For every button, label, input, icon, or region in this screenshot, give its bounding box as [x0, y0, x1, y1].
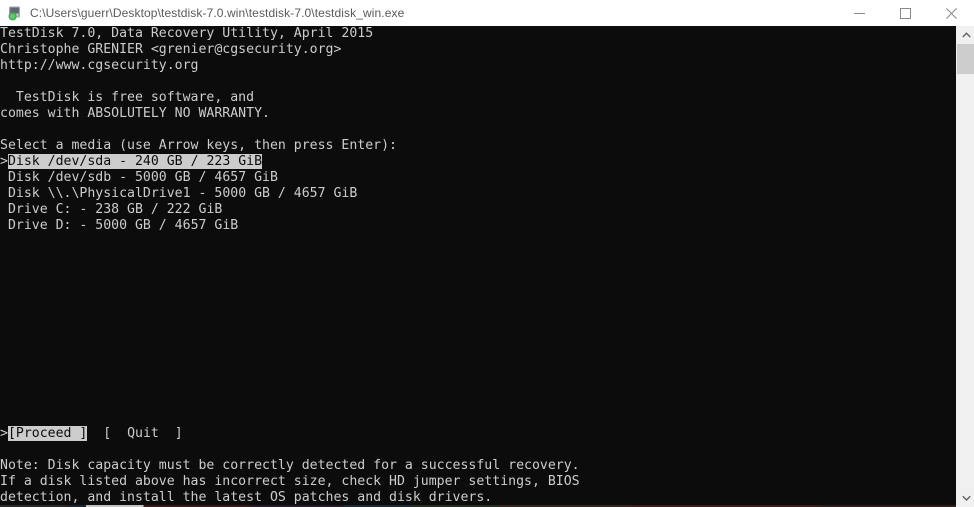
console-line-license-1: TestDisk is free software, and	[0, 90, 255, 105]
console-line-license-2: comes with ABSOLUTELY NO WARRANTY.	[0, 106, 270, 121]
action-button-row: >[Proceed ] [ Quit ]	[0, 426, 956, 442]
media-select-prompt: Select a media (use Arrow keys, then pre…	[0, 138, 397, 153]
console-line-website: http://www.cgsecurity.org	[0, 58, 199, 73]
vertical-scrollbar[interactable]	[956, 26, 974, 507]
media-list-item-0[interactable]: >Disk /dev/sda - 240 GB / 223 GiB	[0, 154, 956, 170]
media-list-item-label: Drive C: - 238 GB / 222 GiB	[7, 202, 223, 217]
media-list-item-1[interactable]: Disk /dev/sdb - 5000 GB / 4657 GiB	[0, 170, 956, 186]
media-list-item-label: Disk /dev/sda - 240 GB / 223 GiB	[7, 154, 263, 169]
note-line-3: detection, and install the latest OS pat…	[0, 490, 493, 505]
action-selection-marker: >	[0, 426, 8, 441]
proceed-button[interactable]: [Proceed ]	[7, 426, 88, 441]
window-title: C:\Users\guerr\Desktop\testdisk-7.0.win\…	[30, 6, 405, 20]
window-titlebar: C:\Users\guerr\Desktop\testdisk-7.0.win\…	[0, 0, 974, 26]
media-selection-marker	[0, 218, 8, 233]
console-output-area[interactable]: TestDisk 7.0, Data Recovery Utility, Apr…	[0, 26, 956, 507]
media-selection-marker	[0, 186, 8, 201]
media-list-item-label: Drive D: - 5000 GB / 4657 GiB	[7, 218, 239, 233]
media-list-item-3[interactable]: Drive C: - 238 GB / 222 GiB	[0, 202, 956, 218]
close-button[interactable]	[928, 0, 974, 26]
scroll-down-button[interactable]	[957, 489, 974, 507]
chevron-up-icon	[961, 32, 971, 38]
note-line-1: Note: Disk capacity must be correctly de…	[0, 458, 580, 473]
testdisk-console-window: C:\Users\guerr\Desktop\testdisk-7.0.win\…	[0, 0, 974, 507]
console-line-author: Christophe GRENIER <grenier@cgsecurity.o…	[0, 42, 342, 57]
close-icon	[945, 7, 957, 19]
media-selection-marker: >	[0, 154, 8, 169]
minimize-icon	[853, 12, 865, 14]
media-list-item-label: Disk /dev/sdb - 5000 GB / 4657 GiB	[7, 170, 278, 185]
maximize-button[interactable]	[882, 0, 928, 26]
media-list-item-2[interactable]: Disk \\.\PhysicalDrive1 - 5000 GB / 4657…	[0, 186, 956, 202]
quit-button[interactable]: [ Quit ]	[103, 426, 182, 441]
console-line-title: TestDisk 7.0, Data Recovery Utility, Apr…	[0, 26, 374, 41]
minimize-button[interactable]	[836, 0, 882, 26]
chevron-down-icon	[961, 495, 971, 501]
maximize-icon	[899, 7, 911, 19]
scrollbar-track[interactable]	[957, 44, 974, 489]
media-list-item-4[interactable]: Drive D: - 5000 GB / 4657 GiB	[0, 218, 956, 234]
scrollbar-thumb[interactable]	[957, 44, 974, 74]
note-line-2: If a disk listed above has incorrect siz…	[0, 474, 580, 489]
media-list-item-label: Disk \\.\PhysicalDrive1 - 5000 GB / 4657…	[7, 186, 358, 201]
media-selection-marker	[0, 170, 8, 185]
media-selection-marker	[0, 202, 8, 217]
console-text-buffer: TestDisk 7.0, Data Recovery Utility, Apr…	[0, 26, 956, 506]
scroll-up-button[interactable]	[957, 26, 974, 44]
testdisk-app-icon	[7, 5, 23, 21]
button-gap	[87, 426, 103, 441]
